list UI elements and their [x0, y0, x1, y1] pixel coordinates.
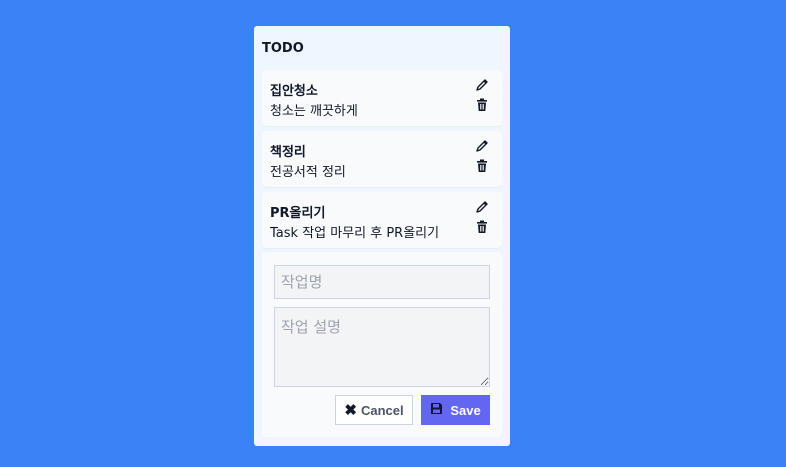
save-label: Save — [450, 402, 481, 418]
cancel-label: Cancel — [360, 402, 404, 418]
todo-title: 책정리 — [270, 145, 306, 160]
trash-icon[interactable] — [474, 97, 490, 113]
todo-title: 집안청소 — [270, 84, 318, 99]
todo-card: PR올리기 Task 작업 마무리 후 PR올리기 — [262, 192, 502, 248]
pencil-icon[interactable] — [474, 138, 490, 154]
description-input[interactable] — [274, 307, 490, 387]
todo-description: 전공서적 정리 — [270, 165, 346, 180]
todo-form: ✖ Cancel Save — [262, 252, 502, 437]
trash-icon[interactable] — [474, 158, 490, 174]
trash-icon[interactable] — [474, 219, 490, 235]
floppy-disk-icon — [430, 402, 443, 418]
pencil-icon[interactable] — [474, 77, 490, 93]
pencil-icon[interactable] — [474, 199, 490, 215]
save-button[interactable]: Save — [421, 395, 490, 425]
todo-card: 집안청소 청소는 깨끗하게 — [262, 70, 502, 126]
cancel-button[interactable]: ✖ Cancel — [335, 395, 413, 425]
todo-title: PR올리기 — [270, 206, 326, 221]
todo-description: 청소는 깨끗하게 — [270, 104, 358, 119]
todo-description: Task 작업 마무리 후 PR올리기 — [270, 226, 440, 241]
title-input[interactable] — [274, 265, 490, 299]
panel-title: TODO — [262, 41, 304, 56]
close-icon: ✖ — [344, 401, 357, 419]
todo-panel: TODO 집안청소 청소는 깨끗하게 책정리 전공서적 정리 PR올리기 Tas… — [254, 26, 510, 446]
todo-card: 책정리 전공서적 정리 — [262, 131, 502, 187]
